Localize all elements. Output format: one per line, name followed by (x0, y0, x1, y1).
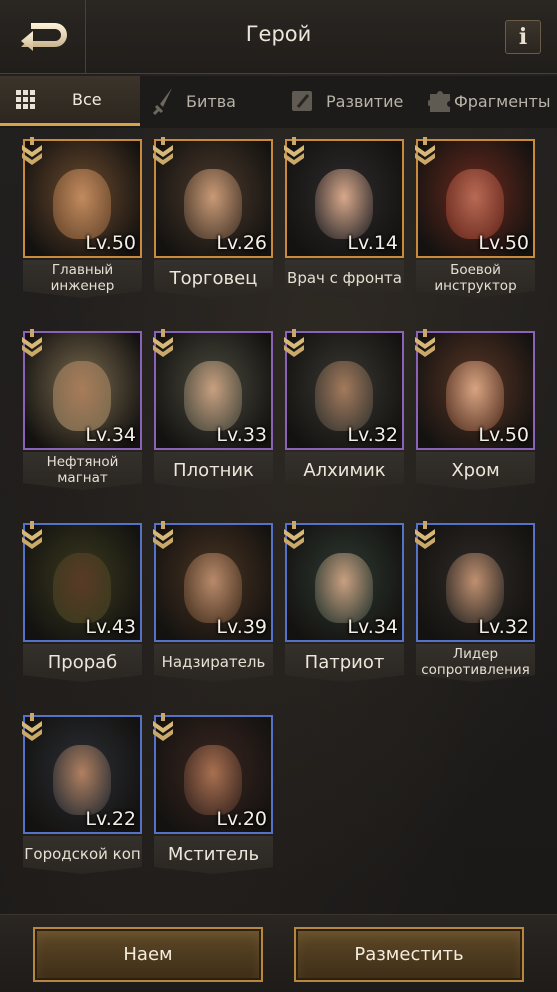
hero-nameplate: Врач с фронта (285, 260, 404, 298)
hero-name-line: Надзиратель (161, 653, 266, 672)
tab-development-label: Развитие (326, 91, 404, 111)
hero-card[interactable]: Lv.39 Надзиратель (152, 521, 278, 687)
hero-card[interactable]: Lv.34 Нефтяной магнат (21, 329, 147, 495)
hero-card[interactable]: Lv.22 Городской коп (21, 713, 147, 879)
hero-card[interactable]: Lv.50 Главный инженер (21, 137, 147, 303)
tab-fragments-label: Фрагменты (454, 91, 551, 111)
hero-level: Lv.26 (216, 232, 267, 254)
hero-card[interactable]: Lv.50 Боевой инструктор (414, 137, 540, 303)
rank-chevron-icon (21, 329, 43, 359)
tab-all-label: Все (72, 90, 102, 109)
hero-nameplate: Нефтяной магнат (23, 452, 142, 490)
info-button[interactable]: i (505, 20, 541, 54)
dagger-icon (150, 86, 176, 116)
rank-chevron-icon (21, 137, 43, 167)
hero-card[interactable]: Lv.32 Алхимик (283, 329, 409, 495)
hero-level: Lv.39 (216, 616, 267, 638)
filter-tabs: Все Битва Развитие Фрагменты (0, 76, 557, 128)
hero-card[interactable]: Lv.20 Мститель (152, 713, 278, 879)
hero-name-line: инструктор (434, 278, 517, 294)
hero-card[interactable]: Lv.26 Торговец (152, 137, 278, 303)
hero-nameplate: Патриот (285, 644, 404, 682)
hero-name-line: магнат (57, 470, 108, 486)
hero-card[interactable]: Lv.33 Плотник (152, 329, 278, 495)
rank-chevron-icon (283, 521, 305, 551)
hero-nameplate: Надзиратель (154, 644, 273, 682)
hero-nameplate: Боевой инструктор (416, 260, 535, 298)
hero-nameplate: Прораб (23, 644, 142, 682)
rank-chevron-icon (152, 713, 174, 743)
hero-card[interactable]: Lv.32 Лидер сопротивления (414, 521, 540, 687)
top-bar: Герой i (0, 0, 557, 74)
hero-card[interactable]: Lv.34 Патриот (283, 521, 409, 687)
hero-nameplate: Алхимик (285, 452, 404, 490)
hero-name-line: Боевой (450, 262, 501, 279)
hero-name-line: Городской коп (24, 845, 141, 864)
puzzle-icon (428, 88, 452, 114)
hero-name-line: Нефтяной (46, 454, 119, 471)
hero-level: Lv.50 (85, 232, 136, 254)
hero-name-line: Мститель (167, 843, 260, 865)
rank-chevron-icon (414, 521, 436, 551)
hero-nameplate: Мститель (154, 836, 273, 874)
hero-level: Lv.14 (347, 232, 398, 254)
hero-name-line: Патриот (304, 651, 385, 673)
page-title: Герой (245, 22, 312, 46)
tab-battle[interactable]: Битва (150, 76, 280, 126)
hero-level: Lv.34 (85, 424, 136, 446)
hero-card[interactable]: Lv.43 Прораб (21, 521, 147, 687)
hero-level: Lv.50 (478, 424, 529, 446)
hero-name-line: Хром (451, 459, 500, 481)
hero-name-line: Главный (51, 262, 114, 279)
hero-name-line: Торговец (169, 267, 258, 289)
tab-development[interactable]: Развитие (290, 76, 420, 126)
hero-level: Lv.20 (216, 808, 267, 830)
hero-level: Lv.32 (347, 424, 398, 446)
hero-level: Lv.22 (85, 808, 136, 830)
tab-fragments[interactable]: Фрагменты (428, 76, 557, 126)
rank-chevron-icon (152, 329, 174, 359)
hammer-icon (290, 87, 316, 115)
rank-chevron-icon (283, 137, 305, 167)
hero-nameplate: Торговец (154, 260, 273, 298)
rank-chevron-icon (414, 137, 436, 167)
rank-chevron-icon (152, 521, 174, 551)
hero-card[interactable]: Lv.14 Врач с фронта (283, 137, 409, 303)
hero-name-line: Плотник (173, 459, 254, 481)
rank-chevron-icon (152, 137, 174, 167)
rank-chevron-icon (21, 713, 43, 743)
hero-level: Lv.34 (347, 616, 398, 638)
deploy-button[interactable]: Разместить (294, 927, 524, 982)
hero-level: Lv.43 (85, 616, 136, 638)
hero-name-line: Врач с фронта (287, 269, 402, 288)
hero-nameplate: Лидер сопротивления (416, 644, 535, 682)
grid-icon (16, 89, 36, 110)
hero-level: Lv.33 (216, 424, 267, 446)
hero-nameplate: Хром (416, 452, 535, 490)
hero-card[interactable]: Lv.50 Хром (414, 329, 540, 495)
hero-name-line: Алхимик (303, 459, 386, 481)
recruit-button[interactable]: Наем (33, 927, 263, 982)
hero-nameplate: Плотник (154, 452, 273, 490)
rank-chevron-icon (21, 521, 43, 551)
hero-level: Lv.50 (478, 232, 529, 254)
hero-name-line: инженер (50, 278, 115, 294)
hero-nameplate: Городской коп (23, 836, 142, 874)
hero-nameplate: Главный инженер (23, 260, 142, 298)
tab-all[interactable]: Все (0, 76, 140, 126)
tab-battle-label: Битва (186, 91, 236, 111)
rank-chevron-icon (414, 329, 436, 359)
hero-name-line: Прораб (47, 651, 118, 673)
hero-name-line: Лидер (452, 646, 499, 663)
rank-chevron-icon (283, 329, 305, 359)
hero-level: Lv.32 (478, 616, 529, 638)
bottom-bar: Наем Разместить (0, 914, 557, 992)
hero-name-line: сопротивления (421, 662, 530, 678)
